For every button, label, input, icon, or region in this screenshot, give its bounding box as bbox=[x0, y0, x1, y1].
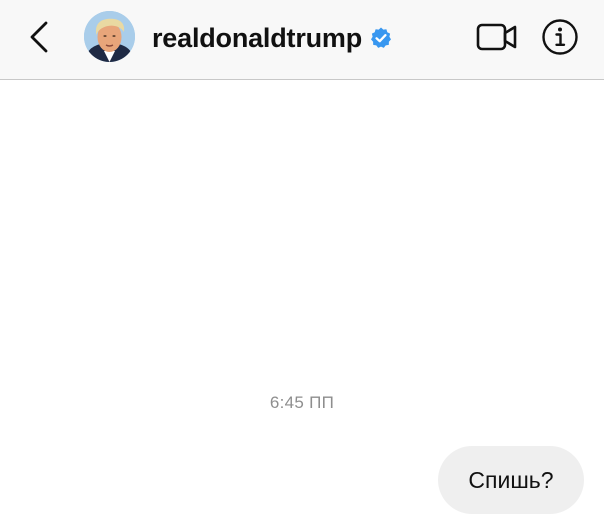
back-button[interactable] bbox=[22, 17, 56, 57]
video-camera-icon bbox=[476, 23, 517, 51]
profile-photo bbox=[84, 11, 135, 62]
message-timestamp: 6:45 ПП bbox=[269, 393, 335, 412]
info-button[interactable] bbox=[541, 18, 579, 56]
username: realdonaldtrump bbox=[152, 22, 363, 53]
sent-message-bubble[interactable]: Спишь? bbox=[438, 446, 584, 514]
info-icon bbox=[542, 19, 578, 55]
conversation-title[interactable]: realdonaldtrump bbox=[152, 20, 393, 56]
direct-message-screen: realdonaldtrump 6:45 ПП Спишь? bbox=[0, 0, 604, 527]
chat-header: realdonaldtrump bbox=[0, 0, 604, 80]
avatar[interactable] bbox=[84, 11, 135, 62]
verified-badge-icon bbox=[369, 26, 393, 50]
chevron-left-icon bbox=[30, 21, 48, 53]
message-text: Спишь? bbox=[468, 466, 554, 493]
video-call-button[interactable] bbox=[476, 20, 518, 54]
